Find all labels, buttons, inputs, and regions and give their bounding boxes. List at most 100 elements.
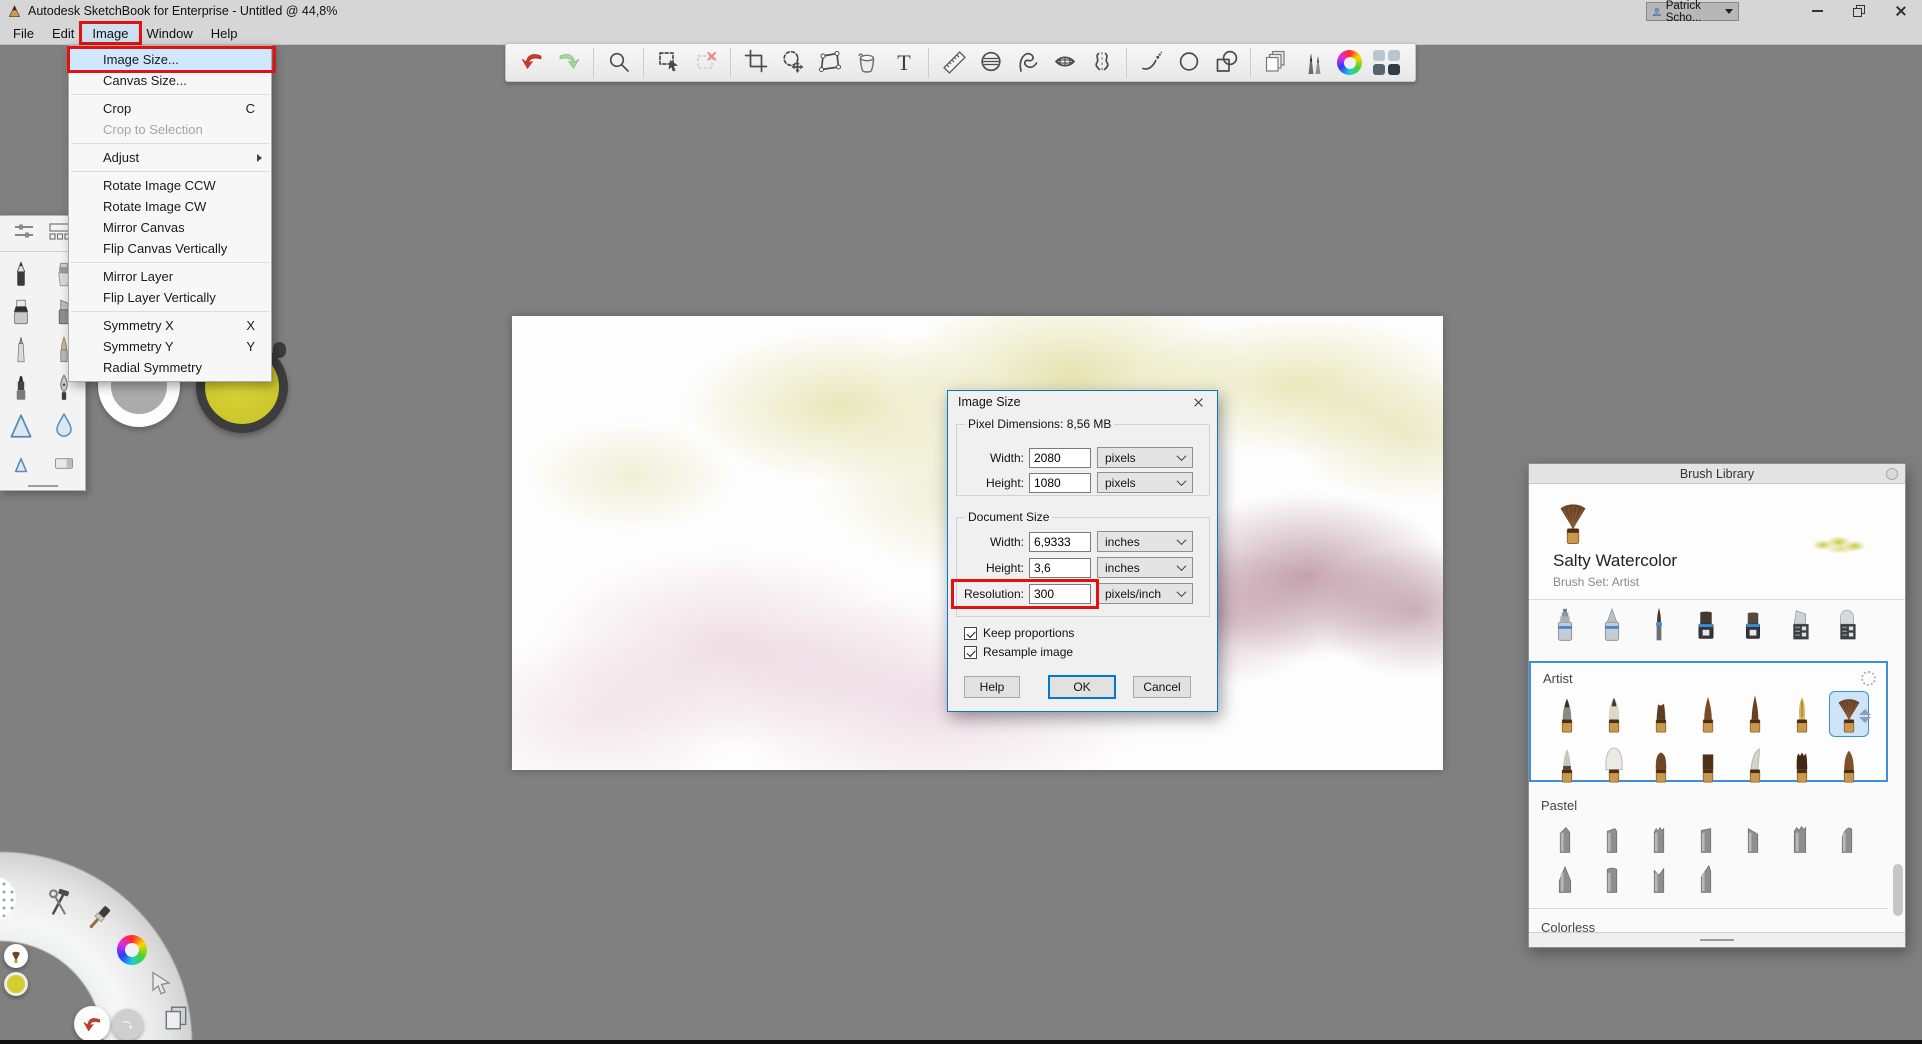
brush-thumb-block[interactable] xyxy=(1688,741,1728,787)
stroke-icon[interactable] xyxy=(1136,47,1167,78)
brush-thumb-ink-pen[interactable] xyxy=(1639,603,1679,649)
crop-icon[interactable] xyxy=(740,47,771,78)
doc-width-unit-select[interactable]: inches xyxy=(1097,531,1193,552)
brush-thumb-airbrush-b[interactable] xyxy=(1592,603,1632,649)
doc-width-input[interactable] xyxy=(1029,531,1091,552)
menu-item-rotate-image-ccw[interactable]: Rotate Image CCW xyxy=(69,175,271,196)
pastel-thumb-p10[interactable] xyxy=(1639,856,1679,902)
doc-height-unit-select[interactable]: inches xyxy=(1097,557,1193,578)
menu-item-adjust[interactable]: Adjust xyxy=(69,147,271,168)
menubar-item-help[interactable]: Help xyxy=(202,23,247,43)
menu-item-flip-layer-vertically[interactable]: Flip Layer Vertically xyxy=(69,287,271,308)
fill-icon[interactable] xyxy=(851,47,882,78)
palette-resize-handle[interactable] xyxy=(27,485,58,487)
menu-item-rotate-image-cw[interactable]: Rotate Image CW xyxy=(69,196,271,217)
lagoon-tools-icon[interactable] xyxy=(44,886,74,918)
current-brush-puck[interactable] xyxy=(4,944,28,968)
pastel-thumb-p8[interactable] xyxy=(1545,856,1585,902)
ellipse-guide-icon[interactable] xyxy=(975,47,1006,78)
lagoon-redo-button[interactable] xyxy=(112,1009,143,1040)
pastel-thumb-p9[interactable] xyxy=(1592,856,1632,902)
brush-thumb-stub[interactable] xyxy=(1641,691,1681,737)
tool-water-drop[interactable] xyxy=(43,407,86,445)
menu-item-symmetry-y[interactable]: Symmetry Y Y xyxy=(69,336,271,357)
perspective-icon[interactable] xyxy=(1049,47,1080,78)
pixel-height-unit-select[interactable]: pixels xyxy=(1097,472,1193,493)
menu-item-canvas-size[interactable]: Canvas Size... xyxy=(69,70,271,91)
close-button[interactable] xyxy=(1880,0,1922,22)
layers-icon[interactable] xyxy=(1260,47,1291,78)
brush-thumb-flat-b[interactable] xyxy=(1733,603,1773,649)
deselect-icon[interactable] xyxy=(690,47,721,78)
brushes-icon[interactable] xyxy=(1297,47,1328,78)
panel-menu-button[interactable] xyxy=(1886,468,1898,480)
menu-item-symmetry-x[interactable]: Symmetry X X xyxy=(69,315,271,336)
brush-thumb-dome[interactable] xyxy=(1641,741,1681,787)
brush-library-header[interactable]: Brush Library xyxy=(1529,464,1905,484)
reorder-handle-icon[interactable] xyxy=(1859,709,1871,723)
brush-thumb-point-b[interactable] xyxy=(1735,691,1775,737)
transform-icon[interactable] xyxy=(777,47,808,78)
brush-thumb-sword[interactable] xyxy=(1735,741,1775,787)
tool-felt-pen[interactable] xyxy=(0,369,43,407)
menubar-item-file[interactable]: File xyxy=(4,23,43,43)
menu-item-image-size[interactable]: Image Size... xyxy=(67,46,276,73)
pastel-thumb-p11[interactable] xyxy=(1686,856,1726,902)
french-curve-icon[interactable] xyxy=(1012,47,1043,78)
lagoon-undo-button[interactable] xyxy=(74,1006,110,1042)
menu-item-crop[interactable]: Crop C xyxy=(69,98,271,119)
menubar-item-window[interactable]: Window xyxy=(138,23,202,43)
cancel-button[interactable]: Cancel xyxy=(1133,676,1191,698)
tool-eraser[interactable] xyxy=(43,445,86,483)
select-icon[interactable] xyxy=(653,47,684,78)
brush-thumb-flat-a[interactable] xyxy=(1686,603,1726,649)
text-icon[interactable]: T xyxy=(888,47,919,78)
tool-marker[interactable] xyxy=(0,293,43,331)
lagoon-layers-icon[interactable] xyxy=(162,1004,190,1032)
dashed-circle-icon[interactable] xyxy=(1861,671,1876,686)
brush-thumb-cone[interactable] xyxy=(1829,741,1869,787)
brush-thumb-wedge-b[interactable] xyxy=(1827,603,1867,649)
undo-icon[interactable] xyxy=(516,47,547,78)
user-account-widget[interactable]: Patrick Scho... xyxy=(1646,0,1739,24)
lagoon-color-wheel-icon[interactable] xyxy=(117,935,147,965)
menu-item-flip-canvas-vertically[interactable]: Flip Canvas Vertically xyxy=(69,238,271,259)
menubar-item-edit[interactable]: Edit xyxy=(43,23,83,43)
brush-thumb-airbrush-a[interactable] xyxy=(1545,603,1585,649)
brush-thumb-flame[interactable] xyxy=(1547,741,1587,787)
pixel-width-unit-select[interactable]: pixels xyxy=(1097,447,1193,468)
minimize-button[interactable] xyxy=(1796,0,1838,22)
current-color-swatch[interactable] xyxy=(4,972,28,996)
panel-resize-handle[interactable] xyxy=(1700,939,1734,941)
pixel-height-input[interactable] xyxy=(1029,472,1091,493)
menu-item-mirror-layer[interactable]: Mirror Layer xyxy=(69,266,271,287)
tool-ballpoint-pen[interactable] xyxy=(0,331,43,369)
lagoon-paintbrush-icon[interactable] xyxy=(84,903,114,933)
redo-icon[interactable] xyxy=(553,47,584,78)
tool-pencil[interactable] xyxy=(0,255,43,293)
brush-thumb-nib[interactable] xyxy=(1782,691,1822,737)
lagoon-cursor-icon[interactable] xyxy=(147,969,173,997)
dialog-close-button[interactable] xyxy=(1184,394,1214,412)
distort-icon[interactable] xyxy=(814,47,845,78)
menubar-item-image[interactable]: Image xyxy=(79,21,142,45)
swatches-icon[interactable] xyxy=(1371,47,1402,78)
ok-button[interactable]: OK xyxy=(1048,675,1116,699)
ellipse-icon[interactable] xyxy=(1173,47,1204,78)
pixel-width-input[interactable] xyxy=(1029,447,1091,468)
resolution-input[interactable] xyxy=(1029,583,1091,604)
sliders-icon[interactable] xyxy=(12,221,36,246)
doc-height-input[interactable] xyxy=(1029,557,1091,578)
color-wheel-icon[interactable] xyxy=(1334,47,1365,78)
symmetry-icon[interactable] xyxy=(1086,47,1117,78)
zoom-icon[interactable] xyxy=(603,47,634,78)
brush-thumb-wedge-a[interactable] xyxy=(1780,603,1820,649)
brush-thumb-round-b[interactable] xyxy=(1594,691,1634,737)
help-button[interactable]: Help xyxy=(964,676,1020,698)
brush-thumb-point-a[interactable] xyxy=(1688,691,1728,737)
menu-item-radial-symmetry[interactable]: Radial Symmetry xyxy=(69,357,271,378)
menu-item-mirror-canvas[interactable]: Mirror Canvas xyxy=(69,217,271,238)
restore-button[interactable] xyxy=(1838,0,1880,22)
panel-scrollbar-thumb[interactable] xyxy=(1893,864,1903,916)
shapes-icon[interactable] xyxy=(1210,47,1241,78)
